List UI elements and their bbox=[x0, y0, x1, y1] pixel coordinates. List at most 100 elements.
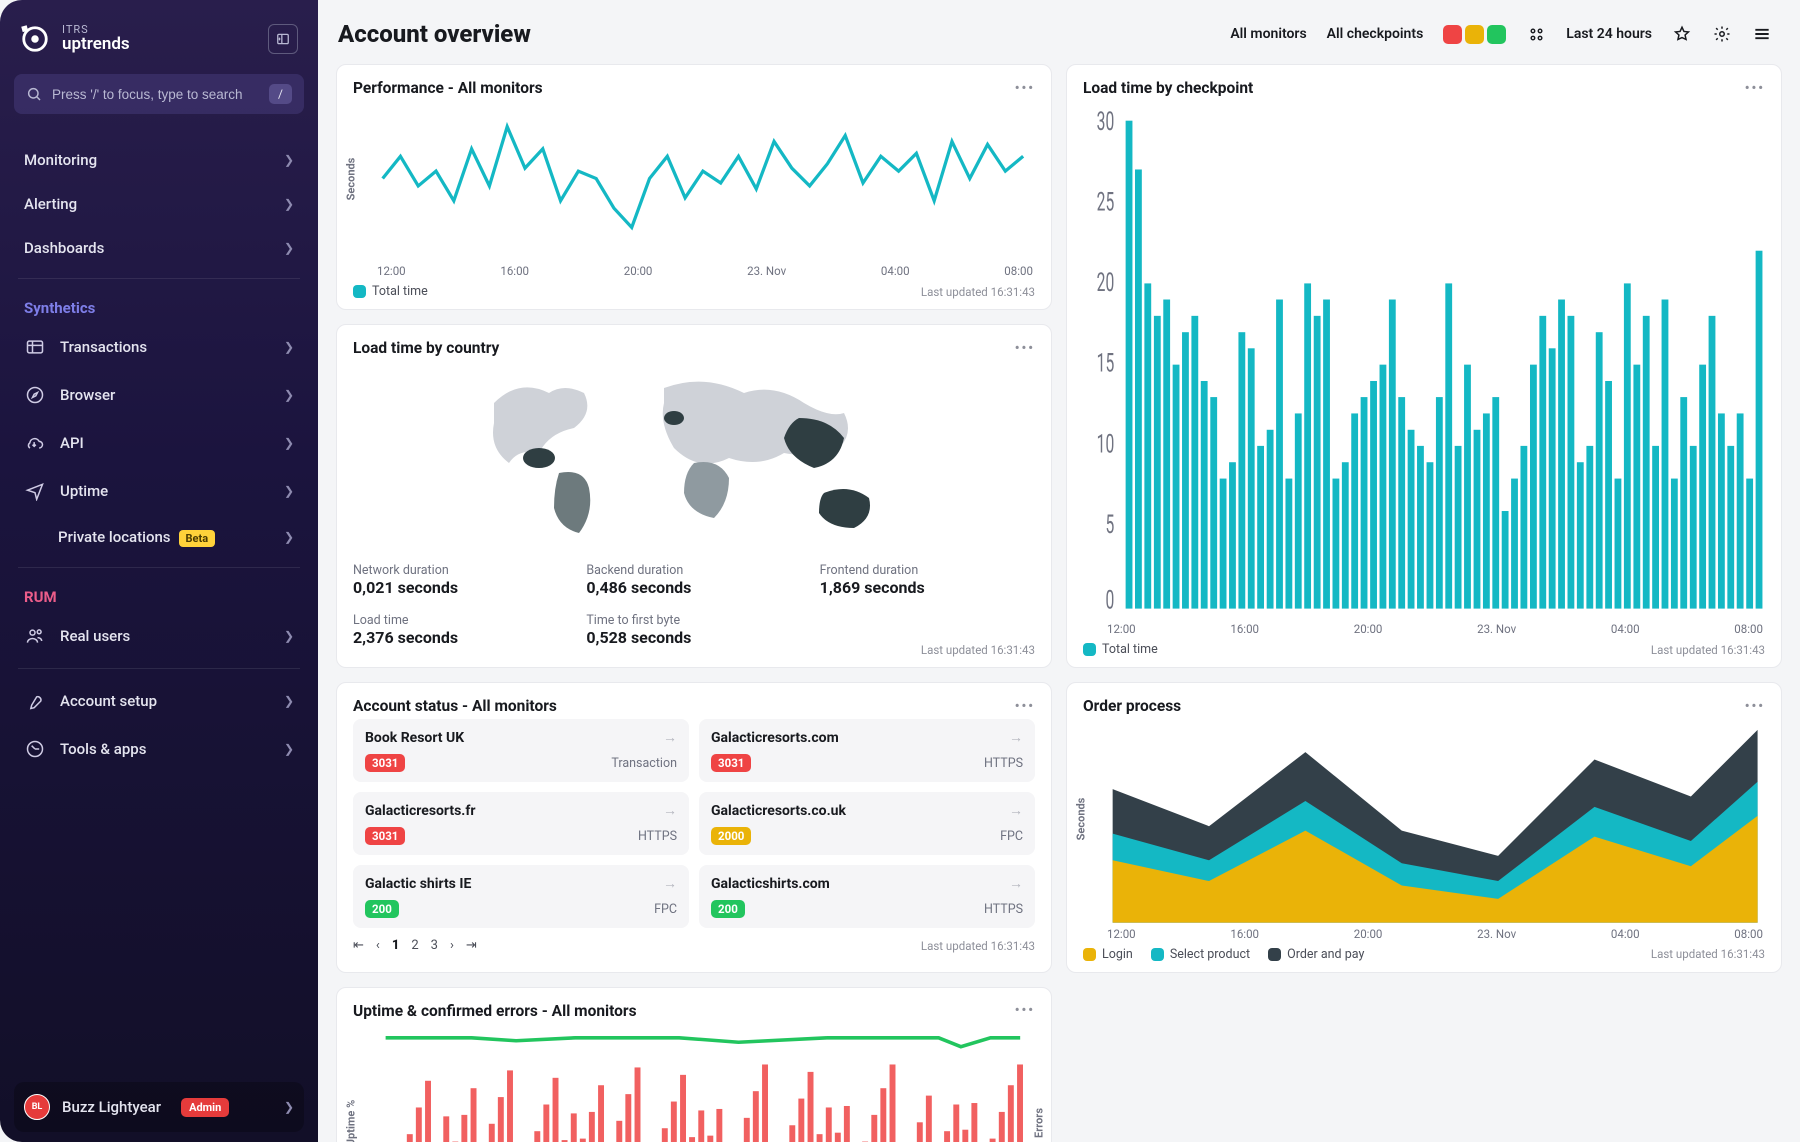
gauge-icon bbox=[24, 738, 46, 760]
last-updated: Last updated 16:31:43 bbox=[1651, 947, 1765, 961]
nav-dashboards[interactable]: Dashboards ❯ bbox=[14, 226, 304, 270]
nav-alerting[interactable]: Alerting ❯ bbox=[14, 182, 304, 226]
status-tile[interactable]: Book Resort UK→3031Transaction bbox=[353, 719, 689, 782]
gear-icon[interactable] bbox=[1712, 24, 1732, 44]
card-menu-icon[interactable]: ••• bbox=[1015, 1003, 1035, 1018]
search-bar[interactable]: / bbox=[14, 74, 304, 114]
card-menu-icon[interactable]: ••• bbox=[1015, 81, 1035, 96]
nav-tools-apps[interactable]: Tools & apps ❯ bbox=[14, 725, 304, 773]
svg-text:25: 25 bbox=[1097, 188, 1115, 218]
page-number[interactable]: 3 bbox=[431, 938, 438, 953]
page-first-icon[interactable]: ⇤ bbox=[353, 938, 364, 953]
status-tile[interactable]: Galactic shirts IE→200FPC bbox=[353, 865, 689, 928]
card-title: Performance - All monitors bbox=[353, 79, 543, 97]
card-title: Uptime & confirmed errors - All monitors bbox=[353, 1002, 637, 1020]
status-color-filter[interactable] bbox=[1443, 25, 1506, 44]
legend-swatch-icon bbox=[1083, 643, 1096, 656]
uptime-combo-chart bbox=[353, 1020, 1035, 1142]
nav-api[interactable]: API ❯ bbox=[14, 419, 304, 467]
section-synthetics: Synthetics bbox=[14, 287, 304, 323]
order-area-chart bbox=[1083, 715, 1765, 923]
pagination[interactable]: ⇤ ‹ 1 2 3 › ⇥ bbox=[353, 938, 477, 953]
filter-all-monitors[interactable]: All monitors bbox=[1230, 26, 1306, 42]
brand-logo-icon bbox=[20, 24, 50, 54]
chevron-right-icon: ❯ bbox=[284, 1100, 294, 1114]
status-tile[interactable]: Galacticresorts.fr→3031HTTPS bbox=[353, 792, 689, 855]
nav-monitoring[interactable]: Monitoring ❯ bbox=[14, 138, 304, 182]
page-number[interactable]: 1 bbox=[392, 938, 400, 953]
grid-icon[interactable] bbox=[1526, 24, 1546, 44]
status-code-badge: 200 bbox=[711, 900, 745, 918]
card-menu-icon[interactable]: ••• bbox=[1745, 81, 1765, 96]
brand-main: uptrends bbox=[62, 36, 130, 54]
card-checkpoint: Load time by checkpoint ••• 302520151050… bbox=[1066, 64, 1782, 668]
monitor-name: Book Resort UK bbox=[365, 730, 464, 746]
page-title: Account overview bbox=[338, 20, 531, 48]
card-menu-icon[interactable]: ••• bbox=[1015, 699, 1035, 714]
page-next-icon[interactable]: › bbox=[450, 938, 454, 953]
menu-icon[interactable] bbox=[1752, 24, 1772, 44]
status-code-badge: 200 bbox=[365, 900, 399, 918]
last-updated: Last updated 16:31:43 bbox=[1651, 643, 1765, 657]
last-updated: Last updated 16:31:43 bbox=[921, 285, 1035, 299]
nav-transactions[interactable]: Transactions ❯ bbox=[14, 323, 304, 371]
status-green-icon bbox=[1487, 25, 1506, 44]
chevron-right-icon: ❯ bbox=[284, 694, 294, 708]
card-title: Load time by checkpoint bbox=[1083, 79, 1253, 97]
card-title: Load time by country bbox=[353, 339, 499, 357]
status-tile[interactable]: Galacticresorts.co.uk→2000FPC bbox=[699, 792, 1035, 855]
legend-swatch-icon bbox=[353, 285, 366, 298]
user-name: Buzz Lightyear bbox=[62, 1098, 161, 1116]
arrow-right-icon: → bbox=[1009, 729, 1023, 746]
nav-account-setup[interactable]: Account setup ❯ bbox=[14, 677, 304, 725]
nav-label: Real users bbox=[60, 627, 130, 645]
status-tile[interactable]: Galacticshirts.com→200HTTPS bbox=[699, 865, 1035, 928]
nav-label: Browser bbox=[60, 386, 115, 404]
arrow-right-icon: → bbox=[663, 802, 677, 819]
svg-text:20: 20 bbox=[1097, 268, 1115, 298]
status-tile[interactable]: Galacticresorts.com→3031HTTPS bbox=[699, 719, 1035, 782]
legend-label: Total time bbox=[372, 284, 428, 299]
monitor-name: Galacticresorts.fr bbox=[365, 803, 476, 819]
filter-all-checkpoints[interactable]: All checkpoints bbox=[1327, 26, 1424, 42]
page-prev-icon[interactable]: ‹ bbox=[376, 938, 380, 953]
badge-admin: Admin bbox=[181, 1098, 229, 1117]
performance-line-chart bbox=[353, 97, 1035, 260]
sidebar-collapse-button[interactable] bbox=[268, 24, 298, 54]
svg-text:0: 0 bbox=[1105, 586, 1114, 616]
page-last-icon[interactable]: ⇥ bbox=[466, 938, 477, 953]
nav-label: Account setup bbox=[60, 692, 157, 710]
monitor-type: HTTPS bbox=[638, 829, 677, 844]
card-country: Load time by country ••• bbox=[336, 324, 1052, 668]
x-axis-ticks: 12:0016:0020:0023. Nov04:0008:00 bbox=[1083, 618, 1765, 636]
status-yellow-icon bbox=[1465, 25, 1484, 44]
time-range[interactable]: Last 24 hours bbox=[1566, 26, 1652, 42]
card-uptime-errors: Uptime & confirmed errors - All monitors… bbox=[336, 987, 1052, 1142]
paper-plane-icon bbox=[24, 480, 46, 502]
legend-label: Login bbox=[1102, 947, 1133, 962]
kpi-label: Backend duration bbox=[586, 563, 801, 578]
legend-label: Order and pay bbox=[1287, 947, 1364, 962]
y-axis-label: Seconds bbox=[345, 157, 358, 200]
monitor-type: Transaction bbox=[611, 756, 677, 771]
nav-real-users[interactable]: Real users ❯ bbox=[14, 612, 304, 660]
page-number[interactable]: 2 bbox=[411, 938, 418, 953]
star-icon[interactable] bbox=[1672, 24, 1692, 44]
monitor-name: Galacticresorts.com bbox=[711, 730, 839, 746]
monitor-name: Galacticresorts.co.uk bbox=[711, 803, 846, 819]
world-map bbox=[353, 363, 1035, 553]
users-icon bbox=[24, 625, 46, 647]
card-menu-icon[interactable]: ••• bbox=[1745, 699, 1765, 714]
card-menu-icon[interactable]: ••• bbox=[1015, 341, 1035, 356]
nav-uptime[interactable]: Uptime ❯ bbox=[14, 467, 304, 515]
user-profile[interactable]: BL Buzz Lightyear Admin ❯ bbox=[14, 1082, 304, 1132]
nav-private-locations[interactable]: Private locationsBeta ❯ bbox=[14, 515, 304, 559]
arrow-right-icon: → bbox=[1009, 802, 1023, 819]
arrow-right-icon: → bbox=[663, 729, 677, 746]
monitor-type: HTTPS bbox=[984, 902, 1023, 917]
chevron-right-icon: ❯ bbox=[284, 153, 294, 167]
nav-browser[interactable]: Browser ❯ bbox=[14, 371, 304, 419]
nav-label: Uptime bbox=[60, 482, 108, 500]
search-input[interactable] bbox=[52, 87, 259, 102]
wrench-icon bbox=[24, 690, 46, 712]
